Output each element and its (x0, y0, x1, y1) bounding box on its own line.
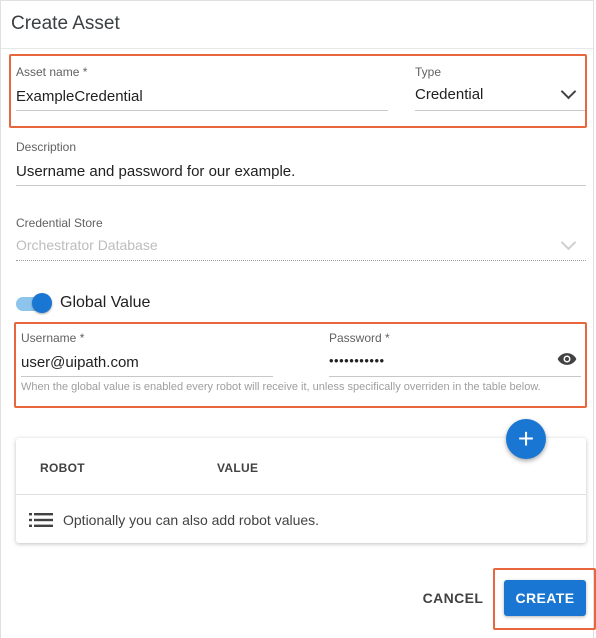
create-asset-dialog: Create Asset Asset name * ExampleCredent… (0, 0, 596, 638)
password-label: Password * (329, 331, 390, 345)
asset-name-input[interactable]: ExampleCredential (16, 88, 143, 105)
type-select[interactable]: Credential (415, 86, 483, 103)
username-label: Username * (21, 331, 85, 345)
credential-store-select: Orchestrator Database (16, 237, 158, 253)
credential-store-label: Credential Store (16, 216, 103, 230)
global-value-hint: When the global value is enabled every r… (21, 381, 541, 393)
column-header-value[interactable]: VALUE (217, 461, 258, 475)
username-underline (21, 376, 273, 377)
description-underline (16, 185, 586, 186)
column-header-robot[interactable]: ROBOT (40, 461, 85, 475)
credential-store-underline (16, 260, 586, 261)
table-divider (16, 494, 586, 495)
empty-table-message: Optionally you can also add robot values… (63, 512, 320, 528)
eye-icon[interactable] (557, 352, 577, 366)
cancel-button[interactable]: CANCEL (419, 583, 487, 613)
robot-values-table: ROBOT VALUE Optionally you can also add … (16, 438, 586, 543)
dialog-title: Create Asset (11, 13, 120, 34)
toggle-knob[interactable] (32, 293, 52, 313)
asset-name-underline (16, 110, 388, 111)
description-input[interactable]: Username and password for our example. (16, 163, 295, 180)
password-input[interactable]: ••••••••••• (329, 353, 385, 368)
password-underline (329, 376, 581, 377)
description-label: Description (16, 140, 77, 154)
global-value-label: Global Value (60, 294, 151, 311)
add-robot-value-button[interactable]: + (506, 419, 546, 459)
chevron-down-icon (560, 234, 577, 251)
username-input[interactable]: user@uipath.com (21, 354, 139, 371)
type-label: Type (415, 65, 442, 79)
create-button[interactable]: CREATE (504, 580, 586, 616)
title-divider (1, 48, 593, 49)
asset-name-label: Asset name * (16, 65, 88, 79)
type-underline (415, 110, 585, 111)
list-icon (29, 513, 53, 527)
